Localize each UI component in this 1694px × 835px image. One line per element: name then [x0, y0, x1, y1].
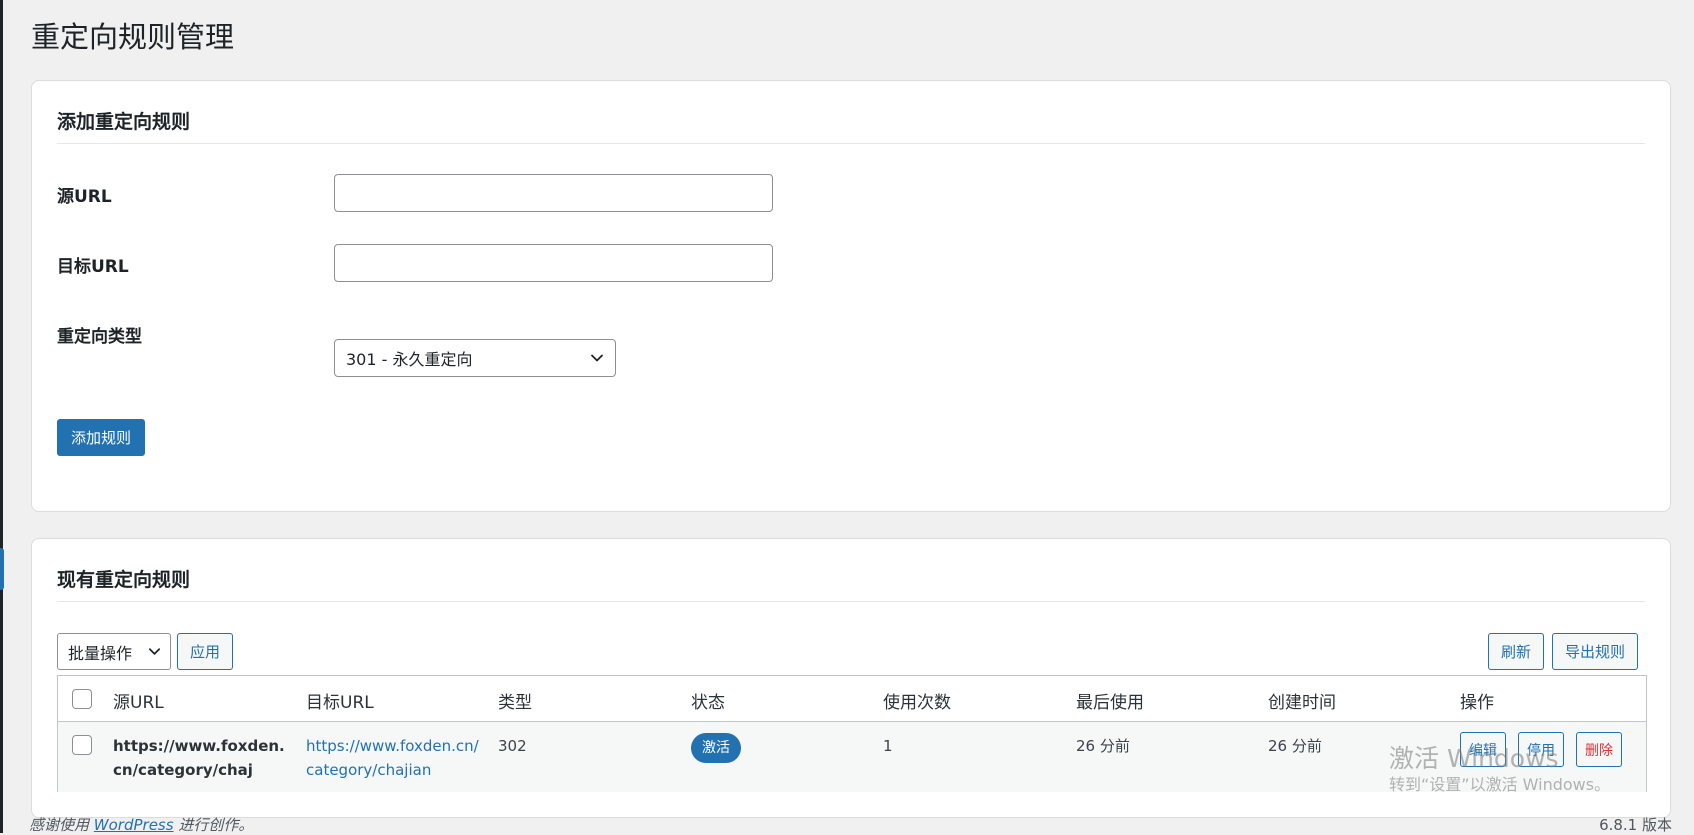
table-header: 源URL 目标URL 类型 状态 使用次数 最后使用 创建时间 操作 [58, 676, 1646, 722]
redirect-type-label: 重定向类型 [57, 327, 142, 347]
chevron-down-icon [148, 648, 161, 655]
row-checkbox[interactable] [72, 735, 92, 755]
column-header-target[interactable]: 目标URL [306, 688, 374, 713]
footer-version: 6.8.1 版本 [1599, 816, 1672, 834]
row-target-url-link[interactable]: https://www.foxden.cn/category/chajian [306, 734, 486, 782]
divider [57, 143, 1645, 144]
rules-table: 源URL 目标URL 类型 状态 使用次数 最后使用 创建时间 操作 https… [57, 675, 1647, 792]
footer-thanks: 感谢使用 WordPress 进行创作。 [29, 814, 253, 835]
source-url-label: 源URL [57, 187, 112, 207]
footer-thanks-prefix: 感谢使用 [29, 816, 90, 834]
apply-button[interactable]: 应用 [177, 633, 234, 670]
redirect-type-select[interactable]: 301 - 永久重定向 [334, 339, 616, 377]
divider [57, 601, 1645, 602]
table-row: https://www.foxden.cn/category/chaj http… [58, 722, 1646, 792]
select-all-checkbox[interactable] [72, 689, 92, 709]
footer-thanks-suffix: 进行创作。 [178, 816, 254, 834]
status-badge: 激活 [691, 733, 741, 763]
add-rule-card: 添加重定向规则 源URL 目标URL 重定向类型 301 - 永久重定向 添加规… [31, 80, 1671, 512]
rules-list-heading: 现有重定向规则 [57, 569, 191, 591]
source-url-input[interactable] [334, 174, 773, 212]
row-uses: 1 [883, 737, 893, 755]
wordpress-link[interactable]: WordPress [94, 816, 174, 834]
chevron-down-icon [591, 354, 603, 362]
row-last-used: 26 分前 [1076, 737, 1130, 755]
row-created: 26 分前 [1268, 737, 1322, 755]
column-header-actions: 操作 [1460, 693, 1494, 713]
delete-rule-button[interactable]: 删除 [1576, 732, 1622, 767]
column-header-status[interactable]: 状态 [691, 688, 725, 713]
column-header-source[interactable]: 源URL [113, 688, 164, 713]
target-url-input[interactable] [334, 244, 773, 282]
redirect-type-value: 301 - 永久重定向 [346, 350, 473, 369]
refresh-button[interactable]: 刷新 [1488, 633, 1545, 670]
add-rule-heading: 添加重定向规则 [57, 111, 191, 133]
disable-rule-button[interactable]: 停用 [1518, 732, 1564, 767]
row-type: 302 [498, 737, 527, 755]
row-source-url: https://www.foxden.cn/category/chaj [113, 737, 285, 779]
edit-rule-button[interactable]: 编辑 [1460, 732, 1506, 767]
column-header-uses[interactable]: 使用次数 [883, 688, 951, 713]
admin-sidebar-edge [0, 0, 4, 833]
target-url-label: 目标URL [57, 257, 129, 277]
column-header-created: 创建时间 [1268, 693, 1336, 713]
column-header-type[interactable]: 类型 [498, 688, 532, 713]
column-header-last-used[interactable]: 最后使用 [1076, 688, 1144, 713]
add-rule-button[interactable]: 添加规则 [57, 419, 146, 456]
bulk-actions-select[interactable]: 批量操作 [57, 633, 171, 670]
export-rules-button[interactable]: 导出规则 [1552, 633, 1639, 670]
sidebar-collapse-handle[interactable] [0, 548, 4, 590]
page-title: 重定向规则管理 [31, 20, 235, 54]
rules-list-card: 现有重定向规则 批量操作 应用 刷新 导出规则 源URL 目标URL 类型 状态… [31, 538, 1671, 818]
bulk-actions-value: 批量操作 [68, 643, 133, 663]
